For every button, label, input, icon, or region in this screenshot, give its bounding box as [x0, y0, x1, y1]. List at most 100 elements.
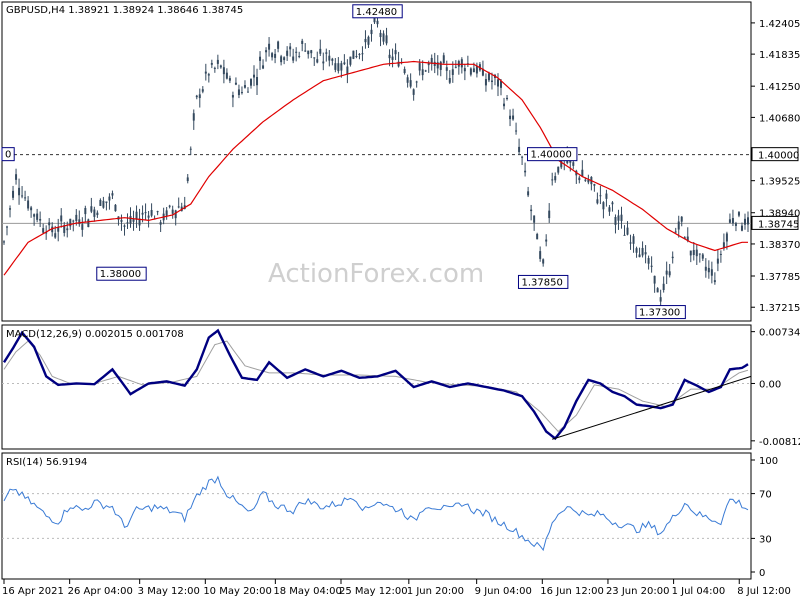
candle-body	[668, 271, 671, 276]
candle-body	[168, 205, 171, 207]
candle-body	[515, 130, 518, 132]
candle-body	[286, 50, 289, 56]
candle-body	[189, 148, 192, 150]
candle-body	[704, 266, 707, 271]
candle-body	[737, 212, 740, 216]
candle-body	[361, 53, 364, 55]
candle-body	[81, 224, 84, 230]
candle-body	[677, 221, 680, 230]
candle-body	[228, 78, 231, 81]
candle-body	[554, 176, 557, 181]
candle-body	[334, 63, 337, 70]
candle-body	[665, 270, 668, 275]
candle-body	[277, 41, 280, 49]
candle-body	[60, 215, 63, 222]
candle-body	[271, 53, 274, 58]
candle-body	[216, 59, 219, 64]
price-tick-label: 1.37785	[759, 272, 800, 283]
candle-body	[24, 197, 27, 199]
candle-body	[54, 233, 57, 238]
candle-body	[298, 55, 301, 57]
macd-tick-label: 0.007342	[759, 328, 800, 339]
candle-body	[237, 89, 240, 96]
candle-body	[268, 43, 271, 50]
candle-body	[442, 55, 445, 64]
candle-body	[734, 223, 737, 226]
candle-body	[12, 190, 15, 198]
candle-body	[503, 103, 506, 107]
candle-body	[740, 225, 743, 231]
candle-body	[171, 209, 174, 214]
candle-body	[280, 56, 283, 63]
candle-body	[249, 79, 252, 86]
candle-body	[475, 66, 478, 74]
candle-body	[66, 228, 69, 231]
candle-body	[240, 92, 243, 94]
candle-body	[159, 222, 162, 225]
candle-body	[364, 38, 367, 43]
candle-body	[487, 73, 490, 81]
candle-body	[195, 95, 198, 98]
candle-body	[388, 54, 391, 59]
candle-body	[114, 204, 117, 212]
candle-body	[231, 95, 234, 98]
candle-body	[219, 65, 222, 68]
candle-body	[653, 275, 656, 284]
candle-body	[530, 209, 533, 212]
candle-body	[207, 74, 210, 76]
candle-body	[343, 62, 346, 65]
candle-body	[87, 219, 90, 228]
candle-body	[725, 233, 728, 242]
candle-body	[295, 51, 298, 53]
x-tick-label: 16 Jun 12:00	[540, 586, 604, 597]
candle-body	[448, 78, 451, 83]
candle-body	[460, 59, 463, 68]
candle-body	[165, 210, 168, 216]
rsi-panel-title: RSI(14) 56.9194	[6, 457, 87, 468]
rsi-tick-label: 0	[759, 568, 765, 579]
candle-body	[72, 220, 75, 222]
x-tick-label: 8 Jul 12:00	[737, 586, 791, 597]
candle-body	[692, 249, 695, 255]
candle-body	[99, 199, 102, 206]
candle-body	[111, 193, 114, 196]
candle-body	[3, 241, 5, 243]
candle-body	[33, 214, 36, 217]
candle-body	[680, 216, 683, 222]
candle-body	[484, 79, 487, 86]
candle-body	[635, 248, 638, 253]
candle-body	[584, 179, 587, 181]
price-tick-label: 1.41250	[759, 82, 800, 93]
candle-body	[48, 222, 51, 226]
candle-body	[9, 208, 12, 210]
candle-body	[605, 193, 608, 199]
candle-body	[659, 297, 662, 302]
candle-body	[331, 58, 334, 61]
candle-body	[445, 67, 448, 71]
candle-body	[177, 206, 180, 208]
candle-body	[536, 233, 539, 240]
candle-body	[719, 253, 722, 255]
x-tick-label: 3 May 12:00	[138, 586, 200, 597]
candle-body	[204, 71, 207, 74]
candle-body	[710, 269, 713, 276]
candle-body	[120, 219, 123, 222]
candle-body	[674, 231, 677, 233]
candle-body	[731, 218, 734, 224]
candle-body	[509, 115, 512, 120]
watermark: ActionForex.com	[268, 259, 484, 289]
candle-body	[412, 89, 415, 95]
candle-body	[337, 63, 340, 72]
candle-body	[376, 20, 379, 25]
candle-body	[243, 85, 246, 88]
candle-body	[222, 67, 225, 75]
candle-body	[225, 72, 228, 79]
candle-body	[256, 77, 259, 86]
candle-body	[21, 195, 24, 197]
price-tick-label: 1.40680	[759, 113, 800, 124]
candle-body	[96, 212, 99, 216]
candle-body	[695, 249, 698, 257]
candle-body	[213, 67, 216, 69]
candle-body	[6, 226, 9, 228]
candle-body	[545, 239, 548, 242]
